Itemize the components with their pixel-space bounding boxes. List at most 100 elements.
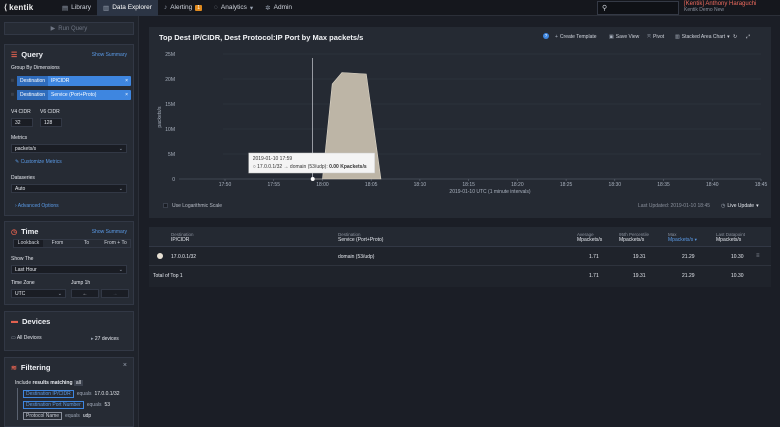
v6-cidr-input[interactable]: 128 [40, 118, 62, 127]
dataseries-select[interactable]: Auto ⌄ [11, 184, 127, 193]
chevron-down-icon: ⌄ [118, 145, 123, 152]
time-show-summary-link[interactable]: Show Summary [92, 229, 127, 235]
run-query-button[interactable]: ▶ Run Query [4, 22, 134, 35]
x-tick-label: 18:40 [706, 182, 719, 188]
x-tick-label: 18:15 [462, 182, 475, 188]
col-header-average[interactable]: Average Mpackets/s [577, 232, 602, 243]
search-input[interactable]: ⚲ [597, 1, 679, 15]
jump-forward-button[interactable]: → [101, 289, 129, 298]
query-show-summary-link[interactable]: Show Summary [92, 52, 127, 58]
col-header-last[interactable]: Last Datapoint Mpackets/s [716, 232, 745, 243]
cell-total-label: Total of Top 1 [153, 273, 183, 279]
cell-total-average: 1.71 [589, 273, 599, 279]
table-row[interactable]: 17.0.0.1/32 domain (53/udp) 1.71 19.31 2… [149, 248, 771, 266]
col-header-service[interactable]: Destination Service (Port+Proto) [338, 232, 383, 243]
customize-metrics-label: Customize Metrics [20, 159, 62, 165]
tooltip-time: 2019-01-10 17:59 [253, 156, 293, 162]
advanced-options-label: Advanced Options [17, 203, 59, 209]
cell-p95: 19.31 [633, 254, 646, 260]
y-tick-label: 5M [168, 152, 175, 158]
filter-icon: ≋ [11, 364, 17, 372]
filter-rule[interactable]: Destination IP/CIDR equals 17.0.0.1/32 [23, 390, 120, 398]
nav-alerting[interactable]: ♪ Alerting 1 [158, 0, 208, 16]
filter-rule-field: Destination Port Number [23, 401, 84, 409]
segment-from-to[interactable]: From + To [101, 240, 130, 247]
gear-icon: ✲ [265, 4, 271, 12]
y-tick-label: 0 [172, 177, 175, 183]
segment-lookback[interactable]: Lookback [14, 240, 43, 247]
cell-ip: 17.0.0.1/32 [171, 254, 197, 260]
clock-icon: ◷ [11, 228, 18, 236]
nav-admin[interactable]: ✲ Admin [259, 0, 298, 16]
bulb-icon: ◌ [214, 4, 218, 11]
timezone-select[interactable]: UTC ⌄ [11, 289, 66, 298]
remove-icon[interactable]: × [125, 78, 131, 84]
x-tick-label: 17:55 [267, 182, 280, 188]
drag-handle-icon[interactable]: ⠿ [11, 92, 16, 97]
remove-icon[interactable]: × [125, 92, 131, 98]
filter-rule-op: equals [76, 391, 92, 397]
include-prefix: Include [15, 380, 32, 386]
dimension-tag: Destination [17, 90, 49, 100]
filter-rule-field: Protocol Name [23, 412, 63, 420]
filter-rule[interactable]: Protocol Name equals udp [23, 412, 91, 420]
time-panel-title: ◷ Time [11, 227, 38, 236]
bell-icon: ♪ [163, 4, 168, 11]
chevron-down-icon: ⌄ [118, 266, 123, 273]
advanced-options-link[interactable]: › Advanced Options [15, 203, 59, 209]
metrics-value: packets/s [15, 145, 37, 152]
log-scale-checkbox[interactable] [163, 203, 168, 208]
filter-rule[interactable]: Destination Port Number equals 53 [23, 401, 110, 409]
jump-back-button[interactable]: ← [71, 289, 99, 298]
run-query-label: Run Query [58, 25, 88, 32]
live-update-label: Live Update [727, 202, 755, 209]
table-total-row: Total of Top 1 1.71 19.31 21.29 10.30 [149, 267, 771, 285]
nav-data-explorer[interactable]: ▥ Data Explorer [97, 0, 158, 16]
all-devices-row[interactable]: ▭ All Devices [11, 335, 42, 341]
nav-library[interactable]: ▤ Library [56, 0, 97, 16]
filter-rule-value: 17.0.0.1/32 [94, 391, 120, 397]
last-updated-text: Last Updated: 2019-01-10 18:45 [638, 203, 710, 209]
clock-icon: ◷ [721, 202, 726, 209]
col-header-max[interactable]: Max Mpackets/s ▾ [668, 232, 697, 243]
query-title: Query [21, 50, 43, 59]
col-header-ip[interactable]: Destination IP/CIDR [171, 232, 194, 243]
chevron-down-icon: ⌄ [118, 185, 123, 192]
table-header: Destination IP/CIDR Destination Service … [149, 227, 771, 247]
jump-label: Jump 1h [71, 280, 91, 286]
dimension-pill-ip-cidr[interactable]: Destination IP/CIDR × [17, 76, 131, 86]
user-menu[interactable]: [Kentik] Anthony Haraguchi Kentik Demo N… [684, 1, 776, 13]
timezone-label: Time Zone [11, 280, 35, 286]
show-the-select[interactable]: Last Hour ⌄ [11, 265, 127, 274]
metrics-select[interactable]: packets/s ⌄ [11, 144, 127, 153]
chart-panel: Top Dest IP/CIDR, Dest Protocol:IP Port … [149, 27, 771, 218]
row-menu-icon[interactable]: ≡ [756, 253, 760, 259]
nav-analytics[interactable]: ◌ Analytics ▾ [208, 0, 259, 16]
close-icon[interactable]: × [123, 362, 127, 369]
drag-handle-icon[interactable]: ⠿ [11, 78, 16, 83]
time-title: Time [21, 227, 39, 236]
include-mode-select[interactable]: all [73, 380, 83, 386]
dimension-tag: Destination [17, 76, 49, 86]
device-count-label: 27 devices [94, 336, 119, 342]
dimension-pill-service[interactable]: Destination Service (Port+Proto) × [17, 90, 131, 100]
area-chart[interactable]: 0 5M 10M 15M 20M 25M 17:50 17:55 18:00 18:05 18:10… [149, 27, 771, 218]
segment-to[interactable]: To [72, 240, 101, 247]
x-tick-label: 18:05 [365, 182, 378, 188]
live-update-select[interactable]: ◷ Live Update ▾ [721, 201, 759, 210]
col-header-main: Service (Port+Proto) [338, 237, 384, 244]
col-header-p95[interactable]: 95th Percentile Mpackets/s [619, 232, 649, 243]
hover-point [310, 177, 315, 181]
kentik-logo[interactable]: ⟨ kentik [0, 0, 56, 16]
dataseries-label: Dataseries [11, 175, 35, 181]
v4-cidr-label: V4 CIDR [11, 109, 31, 115]
tooltip-value: 0.00 Kpackets/s [329, 164, 367, 170]
x-axis-label: 2019-01-10 UTC (1 minute intervals) [449, 189, 530, 195]
customize-metrics-link[interactable]: ✎ Customize Metrics [15, 159, 62, 165]
log-scale-label: Use Logarithmic Scale [172, 203, 223, 209]
filtering-panel-title: ≋ Filtering [11, 363, 50, 372]
kentik-logo-icon: ⟨ [4, 3, 8, 12]
segment-from[interactable]: From [43, 240, 72, 247]
nav-library-label: Library [71, 4, 92, 11]
v4-cidr-input[interactable]: 32 [11, 118, 33, 127]
